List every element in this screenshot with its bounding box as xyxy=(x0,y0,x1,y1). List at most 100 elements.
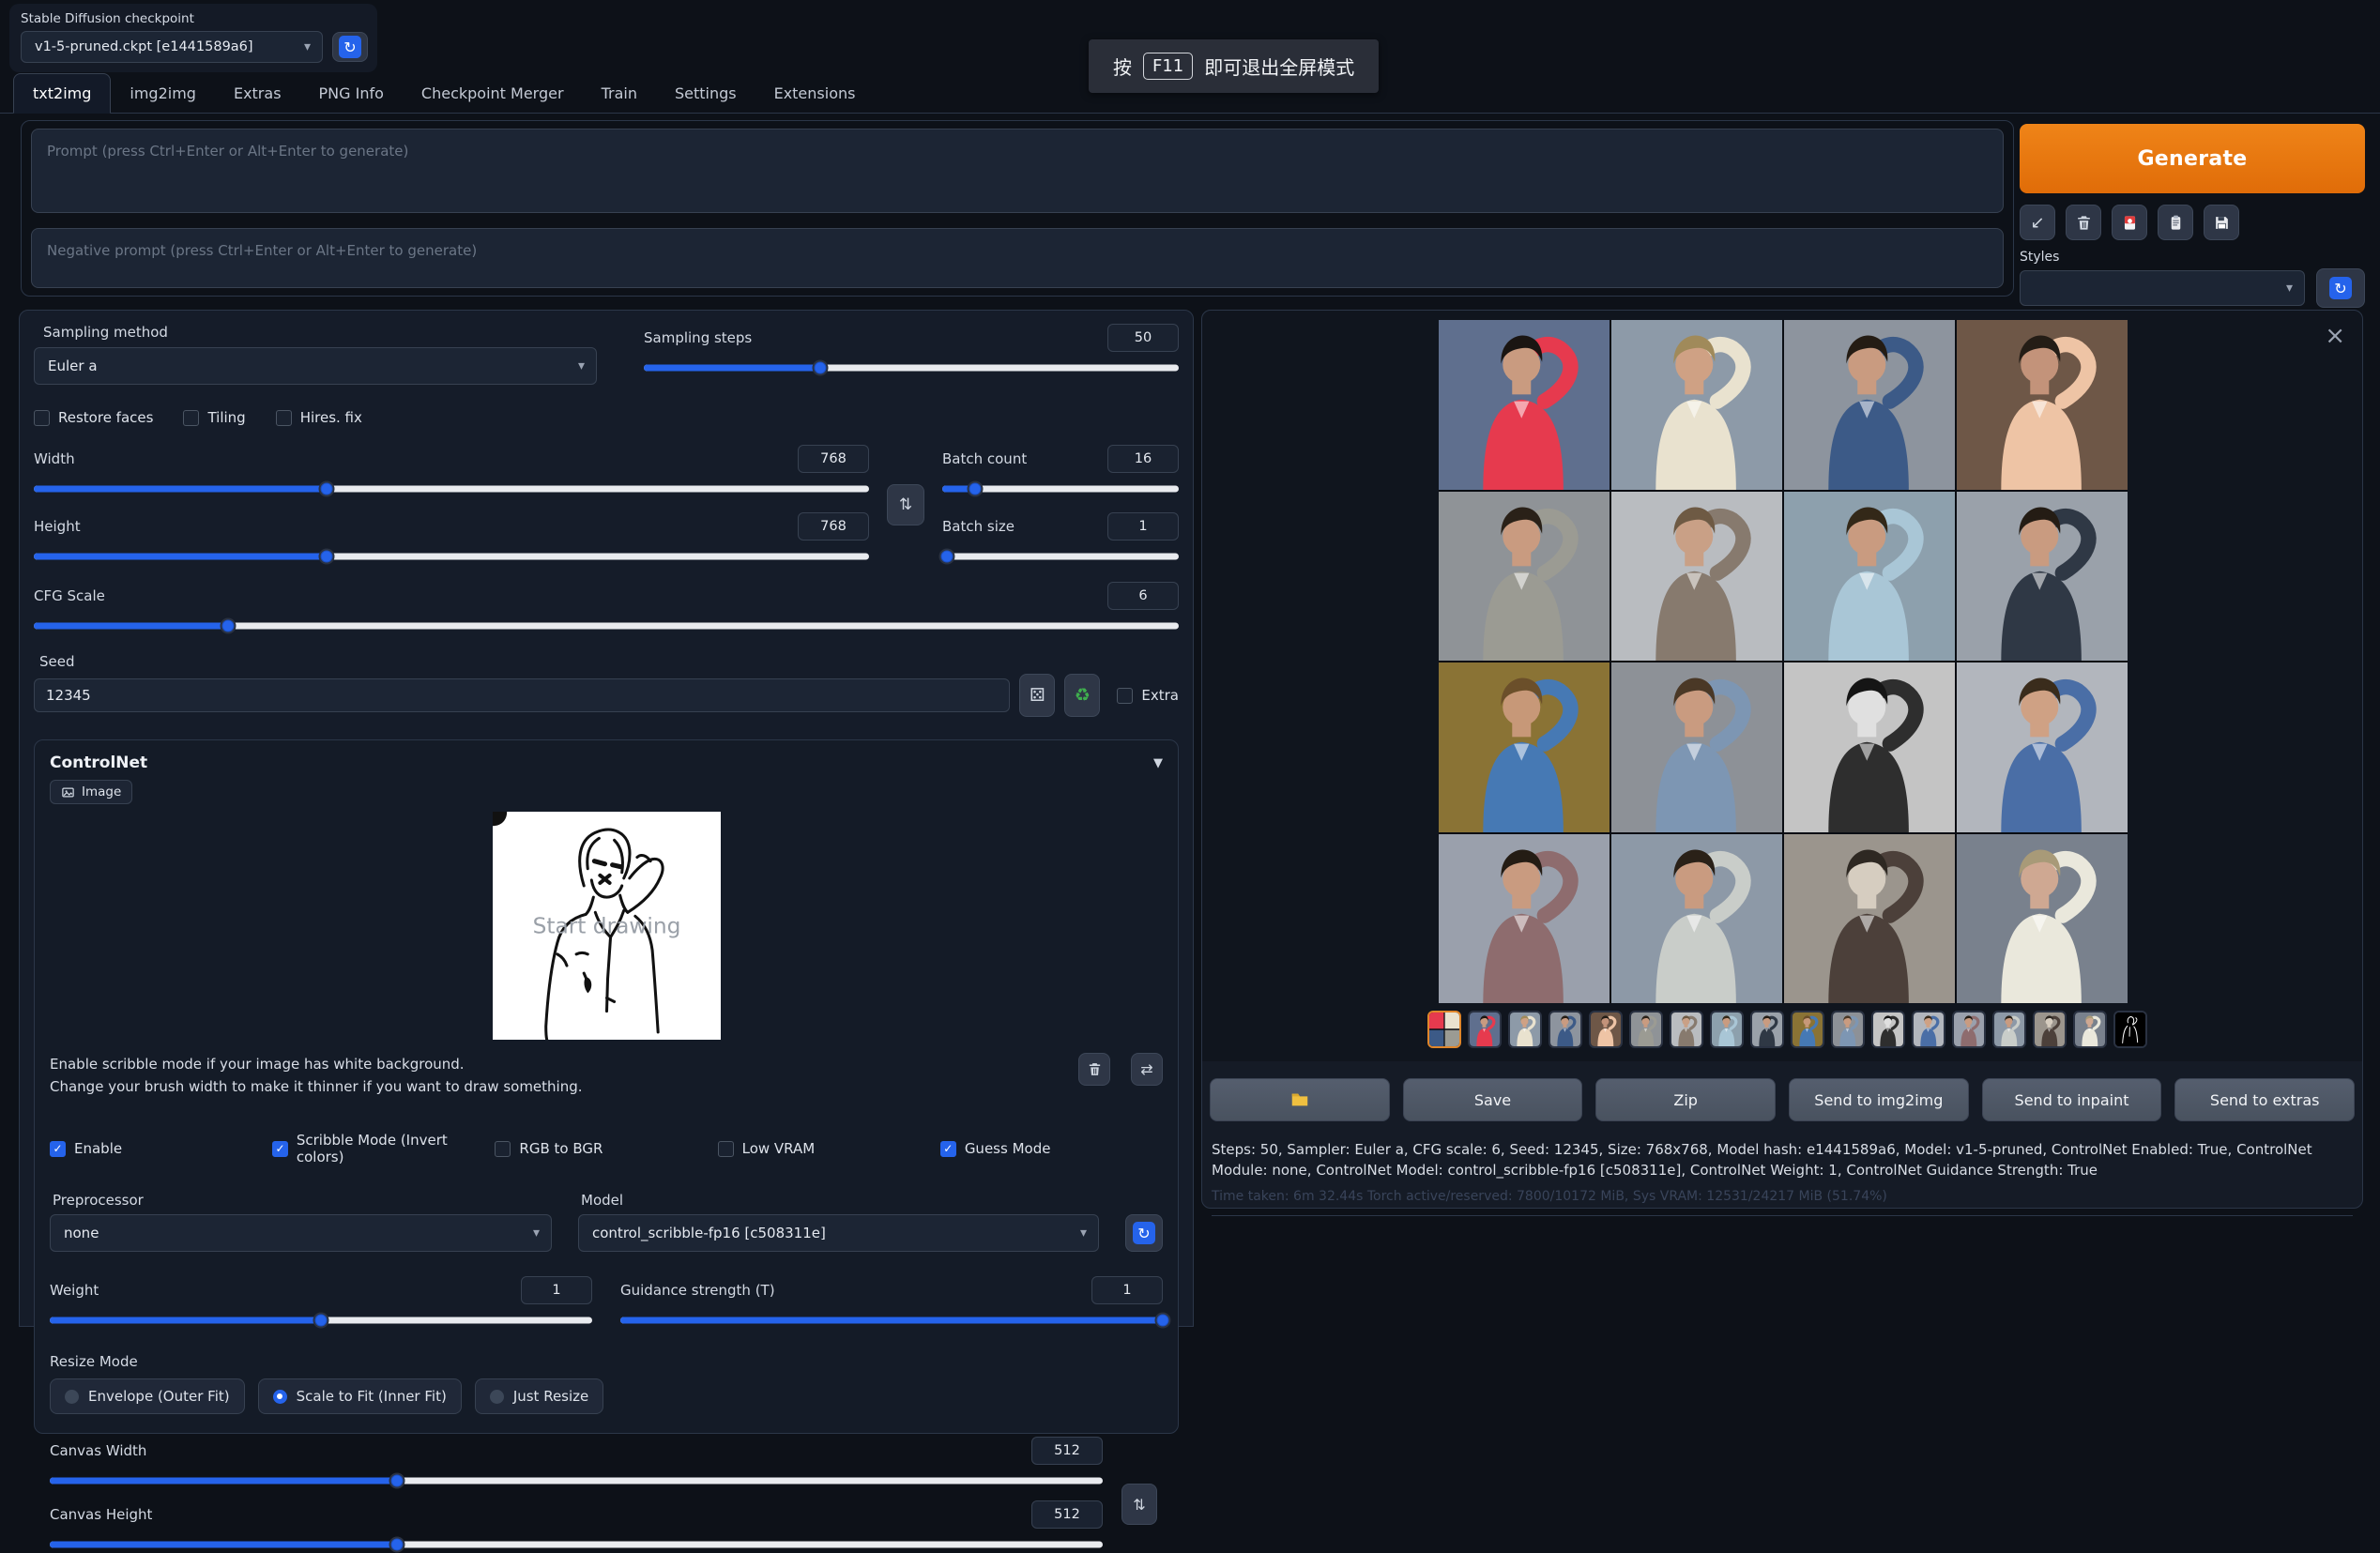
thumbnail-image-12[interactable] xyxy=(1912,1011,1945,1048)
gallery-image-10[interactable] xyxy=(1611,662,1782,832)
canvas-width-value[interactable]: 512 xyxy=(1031,1437,1103,1465)
gallery-image-15[interactable] xyxy=(1784,834,1955,1004)
thumbnail-image-9[interactable] xyxy=(1791,1011,1824,1048)
batch-count-slider[interactable] xyxy=(942,480,1179,497)
gallery-image-5[interactable] xyxy=(1439,492,1610,662)
checkbox-restore-faces[interactable]: Restore faces xyxy=(34,409,153,426)
tab-txt2img[interactable]: txt2img xyxy=(13,73,111,114)
gallery-image-8[interactable] xyxy=(1957,492,2128,662)
styles-select[interactable]: ▾ xyxy=(2020,270,2305,306)
tab-png-info[interactable]: PNG Info xyxy=(300,74,403,113)
gallery-image-7[interactable] xyxy=(1784,492,1955,662)
tab-extensions[interactable]: Extensions xyxy=(755,74,875,113)
swap-canvas-dimensions-button[interactable]: ⇅ xyxy=(1121,1484,1157,1525)
guidance-strength-slider[interactable] xyxy=(620,1312,1163,1329)
checkbox-scribble-mode-invert-colors-[interactable]: ✓Scribble Mode (Invert colors) xyxy=(272,1132,495,1165)
width-value[interactable]: 768 xyxy=(798,445,869,473)
cfg-scale-value[interactable]: 6 xyxy=(1107,582,1179,610)
generate-button[interactable]: Generate xyxy=(2020,124,2365,193)
extra-networks-card-button[interactable] xyxy=(2112,205,2147,240)
thumbnail-image-5[interactable] xyxy=(1629,1011,1663,1048)
weight-slider[interactable] xyxy=(50,1312,592,1329)
canvas-height-slider[interactable] xyxy=(50,1536,1103,1553)
thumbnail-image-16[interactable] xyxy=(2073,1011,2107,1048)
gallery-image-16[interactable] xyxy=(1957,834,2128,1004)
zip-button[interactable]: Zip xyxy=(1595,1078,1776,1121)
batch-size-value[interactable]: 1 xyxy=(1107,512,1179,541)
save-button[interactable]: Save xyxy=(1403,1078,1583,1121)
tab-extras[interactable]: Extras xyxy=(215,74,300,113)
thumbnail-image-6[interactable] xyxy=(1670,1011,1703,1048)
sampling-method-select[interactable]: Euler a ▾ xyxy=(34,347,597,385)
gallery-image-2[interactable] xyxy=(1611,320,1782,490)
gallery-image-6[interactable] xyxy=(1611,492,1782,662)
checkbox-hires-fix[interactable]: Hires. fix xyxy=(276,409,362,426)
gallery-image-1[interactable] xyxy=(1439,320,1610,490)
thumbnail-image-14[interactable] xyxy=(1992,1011,2026,1048)
canvas-width-slider[interactable] xyxy=(50,1472,1103,1489)
thumbnail-grid[interactable] xyxy=(1427,1011,1461,1048)
random-seed-button[interactable]: ⚄ xyxy=(1019,674,1055,717)
thumbnail-image-7[interactable] xyxy=(1710,1011,1744,1048)
thumbnail-image-13[interactable] xyxy=(1952,1011,1986,1048)
sampling-steps-slider[interactable] xyxy=(644,359,1179,376)
thumbnail-image-4[interactable] xyxy=(1589,1011,1623,1048)
checkbox-tiling[interactable]: Tiling xyxy=(183,409,245,426)
height-value[interactable]: 768 xyxy=(798,512,869,541)
batch-size-slider[interactable] xyxy=(942,548,1179,565)
thumbnail-controlnet-map[interactable] xyxy=(2113,1011,2147,1048)
checkbox-enable[interactable]: ✓Enable xyxy=(50,1132,272,1165)
thumbnail-image-3[interactable] xyxy=(1549,1011,1582,1048)
height-slider[interactable] xyxy=(34,548,869,565)
thumbnail-image-1[interactable] xyxy=(1468,1011,1502,1048)
close-icon[interactable]: × xyxy=(2325,324,2345,348)
gallery-image-12[interactable] xyxy=(1957,662,2128,832)
checkbox-guess-mode[interactable]: ✓Guess Mode xyxy=(940,1132,1163,1165)
send-to-extras-button[interactable]: Send to extras xyxy=(2174,1078,2355,1121)
read-params-arrow-button[interactable]: ↙ xyxy=(2020,205,2055,240)
refresh-styles-button[interactable]: ↻ xyxy=(2316,268,2365,308)
open-folder-button[interactable] xyxy=(1210,1078,1390,1121)
reuse-seed-button[interactable]: ♻ xyxy=(1064,674,1100,717)
radio-just-resize[interactable]: Just Resize xyxy=(475,1378,603,1414)
weight-value[interactable]: 1 xyxy=(521,1276,592,1304)
send-to-inpaint-button[interactable]: Send to inpaint xyxy=(1982,1078,2162,1121)
thumbnail-image-10[interactable] xyxy=(1831,1011,1865,1048)
send-to-img2img-button[interactable]: Send to img2img xyxy=(1789,1078,1969,1121)
swap-width-height-button[interactable]: ⇅ xyxy=(887,484,924,525)
gallery-image-9[interactable] xyxy=(1439,662,1610,832)
swap-canvas-button[interactable]: ⇄ xyxy=(1131,1053,1163,1086)
width-slider[interactable] xyxy=(34,480,869,497)
cfg-scale-slider[interactable] xyxy=(34,617,1179,634)
radio-scale-to-fit-inner-fit-[interactable]: Scale to Fit (Inner Fit) xyxy=(258,1378,462,1414)
checkbox-low-vram[interactable]: Low VRAM xyxy=(718,1132,940,1165)
thumbnail-image-11[interactable] xyxy=(1871,1011,1905,1048)
guidance-strength-value[interactable]: 1 xyxy=(1091,1276,1163,1304)
tab-img2img[interactable]: img2img xyxy=(111,74,215,113)
sampling-steps-value[interactable]: 50 xyxy=(1107,324,1179,352)
seed-input[interactable] xyxy=(34,678,1010,712)
thumbnail-image-15[interactable] xyxy=(2033,1011,2067,1048)
clear-canvas-button[interactable] xyxy=(1078,1053,1110,1086)
refresh-models-button[interactable]: ↻ xyxy=(1125,1214,1163,1252)
gallery-image-3[interactable] xyxy=(1784,320,1955,490)
radio-envelope-outer-fit-[interactable]: Envelope (Outer Fit) xyxy=(50,1378,245,1414)
thumbnail-image-8[interactable] xyxy=(1750,1011,1784,1048)
seed-extra-checkbox[interactable]: Extra xyxy=(1117,687,1179,704)
collapse-arrow-icon[interactable]: ▼ xyxy=(1153,756,1163,770)
preprocessor-select[interactable]: none ▾ xyxy=(50,1214,552,1252)
controlnet-image-tab[interactable]: Image xyxy=(50,780,132,804)
gallery-image-14[interactable] xyxy=(1611,834,1782,1004)
tab-checkpoint-merger[interactable]: Checkpoint Merger xyxy=(403,74,583,113)
controlnet-scribble-canvas[interactable]: Start drawing xyxy=(493,812,721,1040)
controlnet-model-select[interactable]: control_scribble-fp16 [c508311e] ▾ xyxy=(578,1214,1099,1252)
tab-settings[interactable]: Settings xyxy=(656,74,755,113)
checkpoint-select[interactable]: v1-5-pruned.ckpt [e1441589a6] ▾ xyxy=(21,31,323,63)
apply-style-clipboard-button[interactable] xyxy=(2158,205,2193,240)
prompt-input[interactable] xyxy=(31,129,2004,213)
clear-prompt-trash-button[interactable] xyxy=(2066,205,2101,240)
gallery-image-11[interactable] xyxy=(1784,662,1955,832)
gallery-image-13[interactable] xyxy=(1439,834,1610,1004)
save-style-floppy-button[interactable] xyxy=(2204,205,2239,240)
tab-train[interactable]: Train xyxy=(583,74,656,113)
